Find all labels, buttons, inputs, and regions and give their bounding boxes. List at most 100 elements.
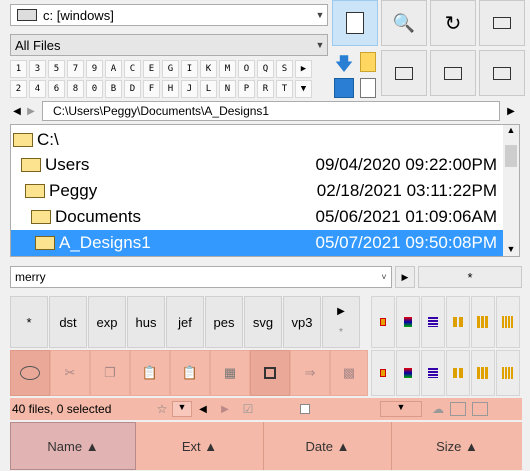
letter-button[interactable]: Q xyxy=(257,60,274,78)
dropdown-arrow-icon[interactable]: ▼ xyxy=(295,80,312,98)
letter-button[interactable]: O xyxy=(238,60,255,78)
letter-button[interactable]: 6 xyxy=(48,80,65,98)
save-button[interactable] xyxy=(250,350,290,396)
letter-button[interactable]: B xyxy=(105,80,122,98)
filetype-button[interactable]: jef xyxy=(166,296,204,348)
screen-icon[interactable] xyxy=(334,78,354,98)
monitor-button[interactable]: ▩ xyxy=(330,350,368,396)
copy-button[interactable]: ❐ xyxy=(90,350,130,396)
star-icon[interactable]: ☆ xyxy=(152,402,172,416)
letter-button[interactable]: 4 xyxy=(29,80,46,98)
letter-button[interactable]: D xyxy=(124,80,141,98)
cloud-icon[interactable]: ☁ xyxy=(430,402,446,416)
document-icon[interactable] xyxy=(360,78,376,98)
sort-dropdown[interactable]: ▼ xyxy=(380,401,422,417)
minimize-icon[interactable] xyxy=(472,402,488,416)
window-button[interactable] xyxy=(479,0,525,46)
lasso-button[interactable] xyxy=(10,350,50,396)
note-icon[interactable] xyxy=(360,52,376,72)
scroll-right-icon[interactable]: ▶ xyxy=(295,60,312,78)
view-grid-3-icon[interactable] xyxy=(471,296,495,348)
wildcard-button[interactable]: * xyxy=(418,266,522,288)
letter-button[interactable]: T xyxy=(276,80,293,98)
back-arrow-icon[interactable]: ◀ xyxy=(10,106,24,117)
scroll-up-icon[interactable]: ▲ xyxy=(503,125,519,139)
letter-button[interactable]: G xyxy=(162,60,179,78)
letter-button[interactable]: M xyxy=(219,60,236,78)
filetype-button[interactable]: svg xyxy=(244,296,282,348)
file-info-button[interactable] xyxy=(332,0,378,46)
zoom-button[interactable]: 🔍 xyxy=(381,0,427,46)
checkbox[interactable] xyxy=(300,404,310,414)
view-grid-2-icon[interactable] xyxy=(446,350,470,396)
letter-button[interactable]: 5 xyxy=(48,60,65,78)
paste-special-button[interactable]: 📋 xyxy=(170,350,210,396)
letter-button[interactable]: 2 xyxy=(10,80,27,98)
paste-button[interactable]: 📋 xyxy=(130,350,170,396)
tree-row[interactable]: C:\ xyxy=(11,127,503,153)
forward-arrow-icon[interactable]: ▶ xyxy=(24,106,38,117)
letter-button[interactable]: 9 xyxy=(86,60,103,78)
search-combo[interactable]: merry ˅ xyxy=(10,266,392,288)
cut-button[interactable]: ✂ xyxy=(50,350,90,396)
letter-button[interactable]: P xyxy=(238,80,255,98)
folder-button[interactable] xyxy=(430,50,476,96)
column-header-name[interactable]: Name ▲ xyxy=(10,422,136,470)
letter-button[interactable]: I xyxy=(181,60,198,78)
letter-button[interactable]: 3 xyxy=(29,60,46,78)
folder-up-button[interactable] xyxy=(479,50,525,96)
view-grid-3-icon[interactable] xyxy=(471,350,495,396)
file-filter-combo[interactable]: All Files ▼ xyxy=(10,34,328,56)
view-list-icon[interactable] xyxy=(421,296,445,348)
letter-button[interactable]: C xyxy=(124,60,141,78)
view-grid-2-icon[interactable] xyxy=(446,296,470,348)
view-mixed-icon[interactable] xyxy=(396,296,420,348)
letter-button[interactable]: K xyxy=(200,60,217,78)
letter-button[interactable]: 1 xyxy=(10,60,27,78)
view-list-icon[interactable] xyxy=(421,350,445,396)
drive-combo[interactable]: c: [windows] ▼ xyxy=(10,4,328,26)
filetype-button[interactable]: hus xyxy=(127,296,165,348)
move-button[interactable]: ⇒ xyxy=(290,350,330,396)
dropdown-icon[interactable]: ▼ xyxy=(172,401,192,417)
scroll-thumb[interactable] xyxy=(505,145,517,167)
view-single-icon[interactable] xyxy=(371,350,395,396)
view-grid-4-icon[interactable] xyxy=(496,350,520,396)
letter-button[interactable]: N xyxy=(219,80,236,98)
path-scroll-right-icon[interactable]: ▶ xyxy=(504,106,518,117)
letter-button[interactable]: F xyxy=(143,80,160,98)
tree-row[interactable]: Peggy 02/18/2021 03:11:22PM xyxy=(11,178,503,204)
stack-button[interactable]: ▦ xyxy=(210,350,250,396)
path-field[interactable]: C:\Users\Peggy\Documents\A_Designs1 xyxy=(42,101,500,121)
letter-button[interactable]: E xyxy=(143,60,160,78)
view-grid-4-icon[interactable] xyxy=(496,296,520,348)
new-folder-button[interactable] xyxy=(381,50,427,96)
letter-button[interactable]: A xyxy=(105,60,122,78)
scroll-down-icon[interactable]: ▼ xyxy=(503,244,519,254)
filetype-more-button[interactable]: ▶ * xyxy=(322,296,360,348)
letter-button[interactable]: 7 xyxy=(67,60,84,78)
tree-scrollbar[interactable]: ▲ ▼ xyxy=(503,125,519,256)
letter-button[interactable]: S xyxy=(276,60,293,78)
column-header-ext[interactable]: Ext ▲ xyxy=(136,422,264,470)
tree-row-selected[interactable]: A_Designs1 05/07/2021 09:50:08PM xyxy=(11,230,503,256)
column-header-date[interactable]: Date ▲ xyxy=(264,422,392,470)
tree-row[interactable]: Users 09/04/2020 09:22:00PM xyxy=(11,152,503,178)
view-single-icon[interactable] xyxy=(371,296,395,348)
export-icon[interactable] xyxy=(450,402,466,416)
letter-button[interactable]: 0 xyxy=(86,80,103,98)
tree-row[interactable]: Documents 05/06/2021 01:09:06AM xyxy=(11,204,503,230)
check-icon[interactable]: ☑ xyxy=(236,402,260,416)
letter-button[interactable]: 8 xyxy=(67,80,84,98)
column-header-size[interactable]: Size ▲ xyxy=(392,422,522,470)
search-go-button[interactable]: ▶ xyxy=(395,266,415,288)
filetype-button[interactable]: * xyxy=(10,296,48,348)
filetype-button[interactable]: exp xyxy=(88,296,126,348)
filetype-button[interactable]: dst xyxy=(49,296,87,348)
view-mixed-icon[interactable] xyxy=(396,350,420,396)
download-arrow-icon[interactable]: 🡇 xyxy=(334,52,354,74)
letter-button[interactable]: R xyxy=(257,80,274,98)
filetype-button[interactable]: vp3 xyxy=(283,296,321,348)
back-arrow-icon[interactable]: ◀ xyxy=(192,404,214,415)
letter-button[interactable]: L xyxy=(200,80,217,98)
